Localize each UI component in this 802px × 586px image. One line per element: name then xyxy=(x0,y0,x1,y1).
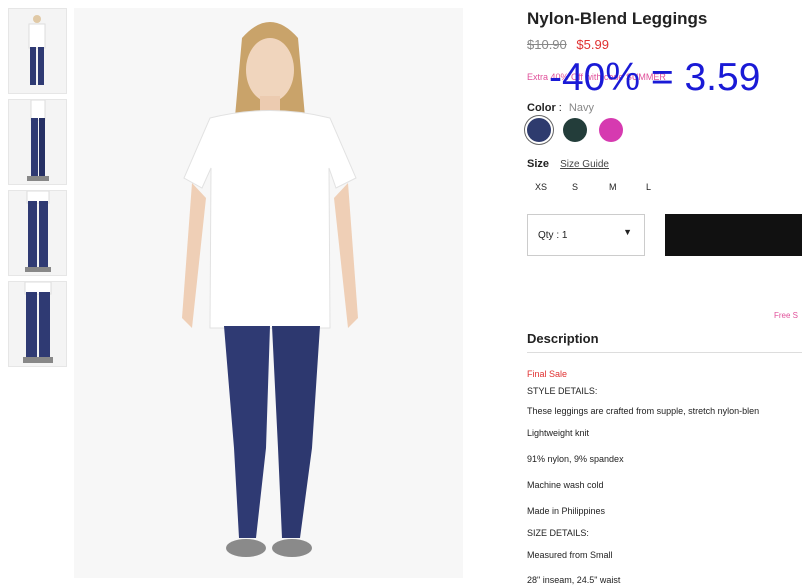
size-label: Size xyxy=(527,158,550,170)
description-line: 28" inseam, 24.5" waist xyxy=(527,575,621,585)
description-line: 91% nylon, 9% spandex xyxy=(527,454,624,464)
description-line: SIZE DETAILS: xyxy=(527,528,589,538)
swatch-navy[interactable] xyxy=(527,118,551,142)
description-line: Machine wash cold xyxy=(527,480,604,490)
caret-down-icon: ▼ xyxy=(623,227,632,237)
description-title[interactable]: Description xyxy=(527,331,599,346)
thumbnail-2[interactable] xyxy=(8,99,67,185)
original-price: $10.90 xyxy=(527,37,567,52)
description-line: These leggings are crafted from supple, … xyxy=(527,406,760,416)
size-option-xs[interactable]: XS xyxy=(535,182,572,192)
color-row: Color : Navy xyxy=(527,102,594,114)
size-option-m[interactable]: M xyxy=(609,182,646,192)
thumbnail-1[interactable] xyxy=(8,8,67,94)
swatch-dark-green[interactable] xyxy=(563,118,587,142)
divider xyxy=(527,352,802,353)
add-to-bag-button[interactable] xyxy=(665,214,802,256)
color-label: Color xyxy=(527,102,556,114)
quantity-label: Qty : 1 xyxy=(538,230,568,241)
final-sale-text: Final Sale xyxy=(527,369,568,379)
description-line: Lightweight knit xyxy=(527,428,590,438)
sale-price: $5.99 xyxy=(576,37,609,52)
size-row: Size Size Guide xyxy=(527,158,609,170)
thumbnail-3[interactable] xyxy=(8,190,67,276)
quantity-select[interactable]: Qty : 1 ▼ xyxy=(527,214,645,256)
thumbnail-4[interactable] xyxy=(8,281,67,367)
color-value: Navy xyxy=(568,102,594,114)
product-main-image[interactable] xyxy=(74,8,463,578)
size-option-s[interactable]: S xyxy=(572,182,609,192)
color-swatches xyxy=(527,118,623,142)
description-line: STYLE DETAILS: xyxy=(527,386,598,396)
description-line: Measured from Small xyxy=(527,550,613,560)
size-guide-link[interactable]: Size Guide xyxy=(560,159,609,170)
discount-overlay-text: -40% = 3.59 xyxy=(549,56,761,99)
size-option-l[interactable]: L xyxy=(646,182,683,192)
description-line: Made in Philippines xyxy=(527,506,606,516)
thumbnail-list xyxy=(8,8,67,372)
free-shipping-text: Free S xyxy=(774,311,799,320)
product-title: Nylon-Blend Leggings xyxy=(527,9,708,28)
swatch-pink[interactable] xyxy=(599,118,623,142)
price-row: $10.90 $5.99 xyxy=(527,37,609,52)
size-options: XS S M L xyxy=(535,182,683,192)
